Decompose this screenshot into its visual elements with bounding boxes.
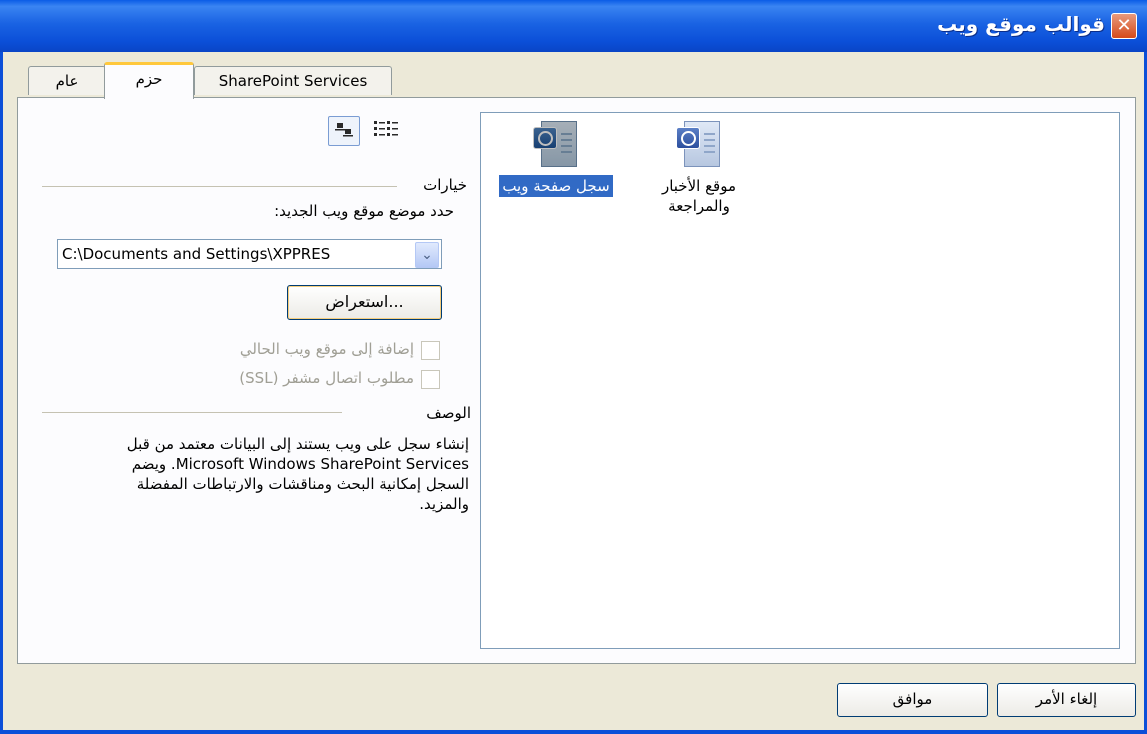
close-button[interactable]: ✕	[1111, 13, 1137, 39]
tab-sharepoint-services[interactable]: SharePoint Services	[194, 66, 392, 95]
location-label: حدد موضع موقع ويب الجديد:	[274, 202, 454, 220]
list-view-icon	[374, 121, 398, 136]
window-frame-left	[0, 52, 3, 734]
template-item-news-review[interactable]: موقع الأخبار والمراجعة	[641, 119, 757, 217]
options-divider	[42, 186, 397, 187]
window-frame-bottom	[0, 730, 1147, 734]
location-combobox[interactable]: C:\Documents and Settings\XPPRES ⌄	[57, 239, 442, 269]
ssl-required-row[interactable]: مطلوب اتصال مشفر (SSL)	[160, 367, 442, 391]
options-heading: خيارات	[423, 176, 467, 194]
title-bar: قوالب موقع ويب ✕	[0, 0, 1147, 52]
tab-packages[interactable]: حزم	[104, 62, 194, 99]
web-template-icon	[676, 119, 722, 169]
window-title: قوالب موقع ويب	[937, 12, 1105, 36]
ok-button[interactable]: موافق	[837, 683, 988, 717]
template-label-web-log: سجل صفحة ويب	[499, 175, 613, 197]
ssl-required-label: مطلوب اتصال مشفر (SSL)	[239, 369, 414, 387]
templates-list[interactable]: سجل صفحة ويب موقع الأخبار والمراجعة	[480, 112, 1120, 649]
add-to-current-site-label: إضافة إلى موقع ويب الحالي	[239, 340, 414, 358]
description-divider	[42, 412, 342, 413]
template-label-news-review: موقع الأخبار والمراجعة	[661, 177, 737, 215]
ssl-required-checkbox[interactable]	[421, 370, 440, 389]
template-item-web-log[interactable]: سجل صفحة ويب	[498, 119, 614, 197]
add-to-current-site-row[interactable]: إضافة إلى موقع ويب الحالي	[160, 338, 442, 362]
description-text: إنشاء سجل على ويب يستند إلى البيانات معت…	[126, 435, 469, 513]
tab-strip: عام حزم SharePoint Services	[0, 62, 1147, 99]
large-icons-view-icon	[335, 123, 353, 137]
web-template-icon	[533, 119, 579, 169]
browse-button[interactable]: استعراض...	[287, 285, 442, 320]
chevron-down-icon[interactable]: ⌄	[415, 242, 439, 268]
large-icons-view-button[interactable]	[328, 116, 360, 146]
tab-general[interactable]: عام	[28, 66, 106, 95]
cancel-button[interactable]: إلغاء الأمر	[997, 683, 1136, 717]
location-value: C:\Documents and Settings\XPPRES	[62, 245, 331, 263]
add-to-current-site-checkbox[interactable]	[421, 341, 440, 360]
description-heading: الوصف	[426, 404, 471, 422]
list-view-button[interactable]	[372, 116, 402, 144]
